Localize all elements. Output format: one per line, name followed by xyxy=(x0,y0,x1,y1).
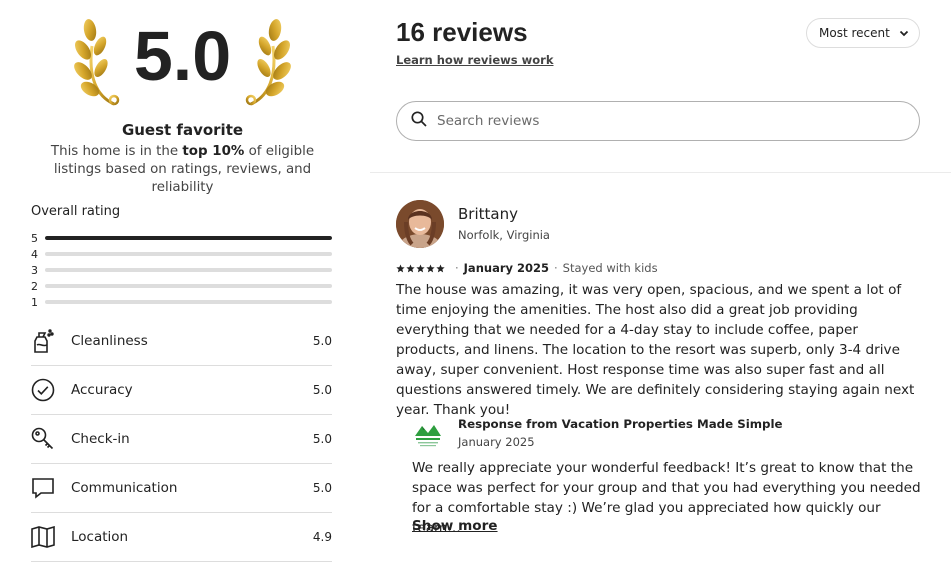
star-icon xyxy=(406,263,415,272)
reviewer-location: Norfolk, Virginia xyxy=(458,228,550,242)
star-icon xyxy=(426,263,435,272)
rating-bar-row: 2 xyxy=(31,278,332,294)
learn-how-reviews-work-link[interactable]: Learn how reviews work xyxy=(396,53,554,67)
guest-favorite-title: Guest favorite xyxy=(121,121,244,139)
key-icon xyxy=(31,424,71,454)
category-label: Accuracy xyxy=(71,382,133,398)
rating-bar-row: 3 xyxy=(31,262,332,278)
category-score: 5.0 xyxy=(312,334,332,348)
review-text: The house was amazing, it was very open,… xyxy=(396,282,915,418)
rating-summary-panel: 5.0 Guest favorite This home is in the t… xyxy=(0,0,365,568)
star-icon xyxy=(416,263,425,272)
guest-favorite-badge: 5.0 xyxy=(70,10,295,110)
section-divider xyxy=(370,172,951,173)
map-icon xyxy=(31,522,71,552)
rating-bar-label: 1 xyxy=(31,295,38,309)
chevron-down-icon xyxy=(898,27,910,39)
rating-distribution: 5 4 3 2 1 xyxy=(31,230,332,310)
review-meta: · January 2025 · Stayed with kids xyxy=(396,261,658,275)
host-response-title: Response from Vacation Properties Made S… xyxy=(458,417,783,431)
star-icon xyxy=(396,263,405,272)
host-logo xyxy=(413,418,443,448)
laurel-right-icon xyxy=(245,19,291,106)
category-label: Communication xyxy=(71,480,178,496)
sort-label: Most recent xyxy=(819,26,890,40)
category-check-in: Check-in 5.0 xyxy=(31,415,332,464)
chat-bubble-icon xyxy=(31,473,71,503)
rating-bar-track xyxy=(45,268,332,272)
category-communication: Communication 5.0 xyxy=(31,464,332,513)
category-score: 4.9 xyxy=(312,530,332,544)
category-location: Location 4.9 xyxy=(31,513,332,562)
category-ratings: Cleanliness 5.0 Accuracy 5.0 Check-in 5.… xyxy=(31,317,332,562)
host-response-date: January 2025 xyxy=(458,435,535,449)
rating-bar-label: 2 xyxy=(31,279,38,293)
rating-bar-fill xyxy=(45,236,332,240)
category-score: 5.0 xyxy=(312,481,332,495)
rating-bar-label: 5 xyxy=(31,231,38,245)
category-cleanliness: Cleanliness 5.0 xyxy=(31,317,332,366)
search-icon xyxy=(411,111,427,131)
star-icon xyxy=(436,263,445,272)
rating-bar-label: 4 xyxy=(31,247,38,261)
rating-bar-row: 5 xyxy=(31,230,332,246)
guest-favorite-description: This home is in the top 10% of eligible … xyxy=(50,144,315,195)
rating-bar-row: 1 xyxy=(31,294,332,310)
rating-bar-track xyxy=(45,236,332,240)
show-more-link[interactable]: Show more xyxy=(412,518,498,534)
category-label: Cleanliness xyxy=(71,333,148,349)
stay-type: Stayed with kids xyxy=(562,261,658,275)
rating-bar-track xyxy=(45,300,332,304)
rating-bar-track xyxy=(45,284,332,288)
reviews-count-heading: 16 reviews xyxy=(396,17,528,47)
rating-bar-row: 4 xyxy=(31,246,332,262)
category-accuracy: Accuracy 5.0 xyxy=(31,366,332,415)
category-label: Check-in xyxy=(71,431,130,447)
overall-rating-label: Overall rating xyxy=(31,204,121,219)
category-score: 5.0 xyxy=(312,383,332,397)
star-rating xyxy=(396,263,445,273)
check-circle-icon xyxy=(31,375,71,405)
category-label: Location xyxy=(71,529,129,545)
rating-bar-track xyxy=(45,252,332,256)
search-reviews-input[interactable] xyxy=(437,113,877,129)
review-date: January 2025 xyxy=(463,261,550,275)
reviewer-avatar[interactable] xyxy=(396,200,444,248)
reviewer-name: Brittany xyxy=(458,205,518,223)
category-score: 5.0 xyxy=(312,432,332,446)
spray-bottle-icon xyxy=(31,326,71,356)
search-reviews-field[interactable] xyxy=(396,101,920,141)
sort-dropdown-button[interactable]: Most recent xyxy=(806,18,920,48)
rating-bar-label: 3 xyxy=(31,263,38,277)
